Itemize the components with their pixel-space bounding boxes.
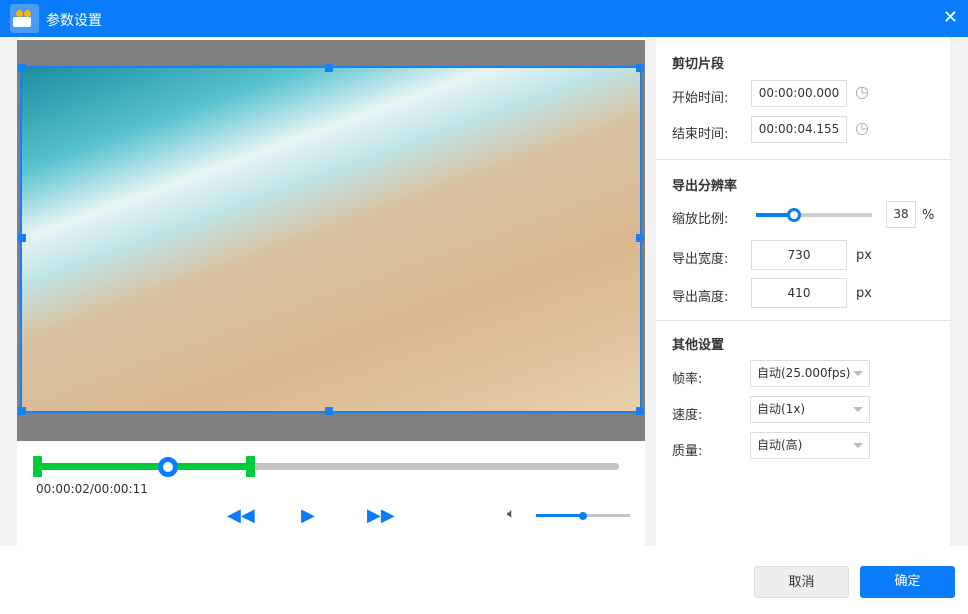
end-time-input[interactable]: 00:00:04.155 [751,116,847,143]
history-clock-icon[interactable]: ◷ [855,118,869,137]
chevron-down-icon [853,371,863,381]
preview-panel: 00:00:02/00:00:11 ◀◀ ▶ ▶▶ 🔈︎ [17,37,645,546]
cancel-button[interactable]: 取消 [754,566,849,598]
width-input[interactable]: 730 [751,240,847,270]
crop-handle[interactable] [636,234,644,242]
scale-knob[interactable] [787,208,801,222]
crop-handle[interactable] [18,407,26,415]
title-bar: 参数设置 ✕ [0,0,968,37]
footer: 取消 确定 [0,546,968,614]
quality-label: 质量: [672,444,703,459]
chevron-down-icon [853,443,863,453]
volume-icon[interactable]: 🔈︎ [507,506,515,522]
speed-select[interactable]: 自动(1x) [750,396,870,423]
time-readout: 00:00:02/00:00:11 [36,482,148,496]
crop-handle[interactable] [18,234,26,242]
px-unit: px [856,286,872,301]
px-unit: px [856,248,872,263]
crop-handle[interactable] [325,64,333,72]
resolution-heading: 导出分辨率 [672,179,738,194]
divider [656,320,950,321]
trim-end-handle[interactable] [246,456,255,477]
confirm-button[interactable]: 确定 [860,566,955,598]
video-preview [17,40,645,441]
volume-fill [536,514,583,517]
trim-range [36,463,250,470]
start-time-label: 开始时间: [672,91,729,106]
divider [656,159,950,160]
height-label: 导出高度: [672,290,729,305]
percent-unit: % [922,208,935,223]
crop-handle[interactable] [636,64,644,72]
crop-region[interactable] [18,64,644,415]
crop-handle[interactable] [636,407,644,415]
play-icon[interactable]: ▶ [301,505,315,526]
chevron-down-icon [853,407,863,417]
playhead-knob[interactable] [158,457,178,477]
trim-start-handle[interactable] [33,456,42,477]
rewind-icon[interactable]: ◀◀ [227,505,255,526]
fps-label: 帧率: [672,372,703,387]
history-clock-icon[interactable]: ◷ [855,82,869,101]
clip-heading: 剪切片段 [672,57,725,72]
quality-select[interactable]: 自动(高) [750,432,870,459]
crop-handle[interactable] [325,407,333,415]
speed-label: 速度: [672,408,703,423]
scale-label: 缩放比例: [672,212,729,227]
width-label: 导出宽度: [672,252,729,267]
fps-value: 自动(25.000fps) [757,366,851,380]
scale-input[interactable]: 38 [886,201,916,228]
settings-panel: 剪切片段 开始时间: 00:00:00.000 ◷ 结束时间: 00:00:04… [656,37,950,546]
window-title: 参数设置 [46,13,102,29]
speed-value: 自动(1x) [757,402,806,416]
quality-value: 自动(高) [757,438,803,452]
height-input[interactable]: 410 [751,278,847,308]
start-time-input[interactable]: 00:00:00.000 [751,80,847,107]
other-heading: 其他设置 [672,338,725,353]
volume-knob[interactable] [579,512,587,520]
close-icon[interactable]: ✕ [943,7,958,28]
fast-forward-icon[interactable]: ▶▶ [367,505,395,526]
fps-select[interactable]: 自动(25.000fps) [750,360,870,387]
end-time-label: 结束时间: [672,127,729,142]
crop-handle[interactable] [18,64,26,72]
app-logo-icon [10,4,39,33]
